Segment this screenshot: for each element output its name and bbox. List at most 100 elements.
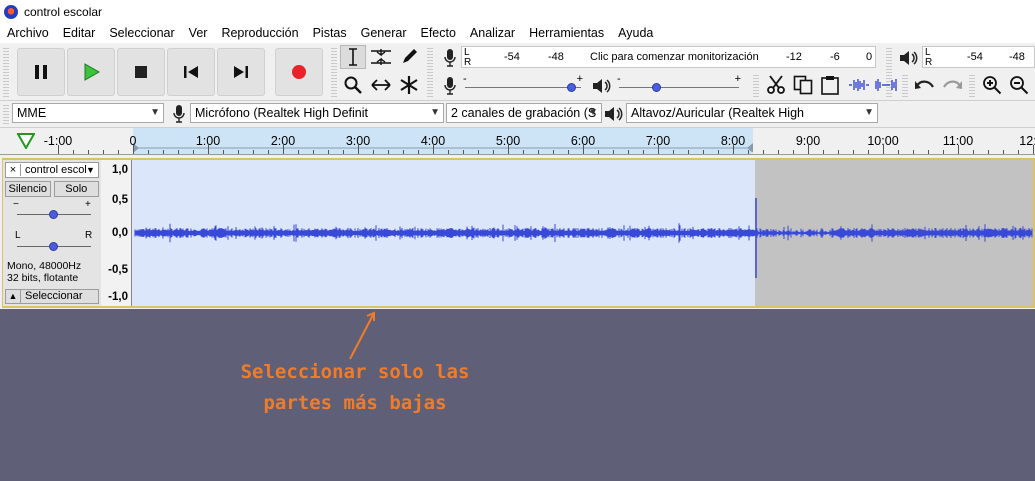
undo-button[interactable] <box>912 73 938 97</box>
menu-seleccionar[interactable]: Seleccionar <box>102 26 181 40</box>
chevron-down-icon: ▼ <box>430 107 440 118</box>
pause-button[interactable] <box>17 48 65 96</box>
toolbar-grip[interactable] <box>3 46 9 98</box>
timeline-tick <box>643 150 644 154</box>
menu-archivo[interactable]: Archivo <box>0 26 56 40</box>
collapse-track-icon[interactable]: ▲ <box>6 290 21 303</box>
silence-audio-button[interactable] <box>873 73 899 97</box>
slider-track <box>465 87 581 88</box>
menu-efecto[interactable]: Efecto <box>413 26 462 40</box>
pencil-icon <box>403 49 417 63</box>
envelope-tool[interactable] <box>368 45 394 69</box>
timeline-ruler[interactable]: -1:00 0 1:00 2:00 3:00 4:00 5:00 6:00 7:… <box>0 128 1035 155</box>
window-title: control escolar <box>24 4 103 19</box>
menu-ver[interactable]: Ver <box>182 26 215 40</box>
slider-thumb[interactable] <box>49 210 58 219</box>
zoom-in-button[interactable] <box>979 73 1005 97</box>
timeline-label: 10:00 <box>867 134 899 148</box>
amplitude-label: 1,0 <box>112 164 128 176</box>
play-icon <box>84 63 100 81</box>
pan-right-label: R <box>85 230 93 241</box>
skip-to-start-button[interactable] <box>167 48 215 96</box>
zoom-out-button[interactable] <box>1006 73 1032 97</box>
recording-channels-select[interactable]: 2 canales de grabación (S ▼ <box>446 103 602 123</box>
trim-audio-button[interactable] <box>846 73 872 97</box>
toolbar-grip[interactable] <box>3 103 9 125</box>
copy-button[interactable] <box>790 73 816 97</box>
draw-tool[interactable] <box>396 45 422 69</box>
menu-reproduccion[interactable]: Reproducción <box>214 26 305 40</box>
solo-button[interactable]: Solo <box>53 181 99 197</box>
toolbar-grip[interactable] <box>753 73 759 98</box>
timeline-tick <box>598 150 599 154</box>
timeline-tick <box>688 150 689 154</box>
timeline-tick <box>148 150 149 154</box>
track-name-menu[interactable]: × control escol ▼ <box>5 162 99 178</box>
stop-button[interactable] <box>117 48 165 96</box>
timeline-tick <box>673 150 674 154</box>
timeline-tick <box>298 150 299 154</box>
cut-button[interactable] <box>763 73 789 97</box>
amplitude-label: -1,0 <box>108 291 128 303</box>
record-icon <box>292 65 306 79</box>
timeline-tick <box>973 150 974 154</box>
toolbar-grip[interactable] <box>902 73 908 98</box>
chevron-down-icon: ▼ <box>86 165 95 175</box>
waveform-display[interactable] <box>132 160 1033 306</box>
recording-device-select[interactable]: Micrófono (Realtek High Definit ▼ <box>190 103 444 123</box>
zoom-out-icon <box>1010 76 1029 95</box>
record-meter-button[interactable] <box>437 46 463 70</box>
menu-ayuda[interactable]: Ayuda <box>611 26 660 40</box>
timeline-tick <box>523 150 524 154</box>
menu-herramientas[interactable]: Herramientas <box>522 26 611 40</box>
timeline-tick <box>988 150 989 154</box>
slider-thumb[interactable] <box>566 83 576 92</box>
timeline-tick <box>418 150 419 154</box>
speaker-icon <box>605 107 623 121</box>
record-volume-icon-button <box>437 74 463 98</box>
toolbar-grip[interactable] <box>969 73 975 98</box>
playback-device-select[interactable]: Altavoz/Auricular (Realtek High ▼ <box>626 103 878 123</box>
redo-button[interactable] <box>939 73 965 97</box>
menu-editar[interactable]: Editar <box>56 26 103 40</box>
toolbar-grip[interactable] <box>331 46 337 98</box>
play-button[interactable] <box>67 48 115 96</box>
recording-meter[interactable]: L R -54 -48 Clic para comenzar monitoriz… <box>461 46 876 68</box>
toolbar-grip[interactable] <box>427 46 433 98</box>
timeline-tick <box>463 150 464 154</box>
timeline-label: 8:00 <box>720 134 746 148</box>
selection-tool[interactable] <box>340 45 366 69</box>
multi-tool[interactable] <box>396 73 422 97</box>
menu-generar[interactable]: Generar <box>354 26 414 40</box>
timeline-tick <box>913 150 914 154</box>
zoom-tool[interactable] <box>340 73 366 97</box>
timeline-tick <box>853 150 854 154</box>
speaker-icon <box>900 51 918 65</box>
record-button[interactable] <box>275 48 323 96</box>
menu-analizar[interactable]: Analizar <box>463 26 522 40</box>
meter-scale-label: 0 <box>866 51 873 63</box>
time-shift-tool[interactable] <box>368 73 394 97</box>
playback-meter-button[interactable] <box>896 46 922 70</box>
skip-to-end-button[interactable] <box>217 48 265 96</box>
timeline-tick <box>163 150 164 154</box>
playback-meter[interactable]: L R -54 -48 <box>922 46 1035 68</box>
select-track-button[interactable]: ▲ Seleccionar <box>5 289 99 304</box>
timeline-tick <box>253 150 254 154</box>
mute-button[interactable]: Silencio <box>5 181 51 197</box>
playback-volume-slider[interactable]: - + <box>615 73 743 97</box>
trim-icon <box>849 79 869 91</box>
slider-thumb[interactable] <box>652 83 662 92</box>
record-volume-slider[interactable]: - + <box>461 73 585 97</box>
timeline-play-button[interactable] <box>12 131 40 151</box>
pan-slider[interactable]: L R <box>5 230 99 254</box>
paste-button[interactable] <box>817 73 843 97</box>
gain-slider[interactable]: − + <box>5 199 99 224</box>
close-track-button[interactable]: × <box>6 164 21 176</box>
slider-track <box>619 87 739 88</box>
chevron-down-icon: ▼ <box>150 107 160 118</box>
menu-pistas[interactable]: Pistas <box>306 26 354 40</box>
timeline-tick <box>448 150 449 154</box>
slider-thumb[interactable] <box>49 242 58 251</box>
audio-host-select[interactable]: MME ▼ <box>12 103 164 123</box>
